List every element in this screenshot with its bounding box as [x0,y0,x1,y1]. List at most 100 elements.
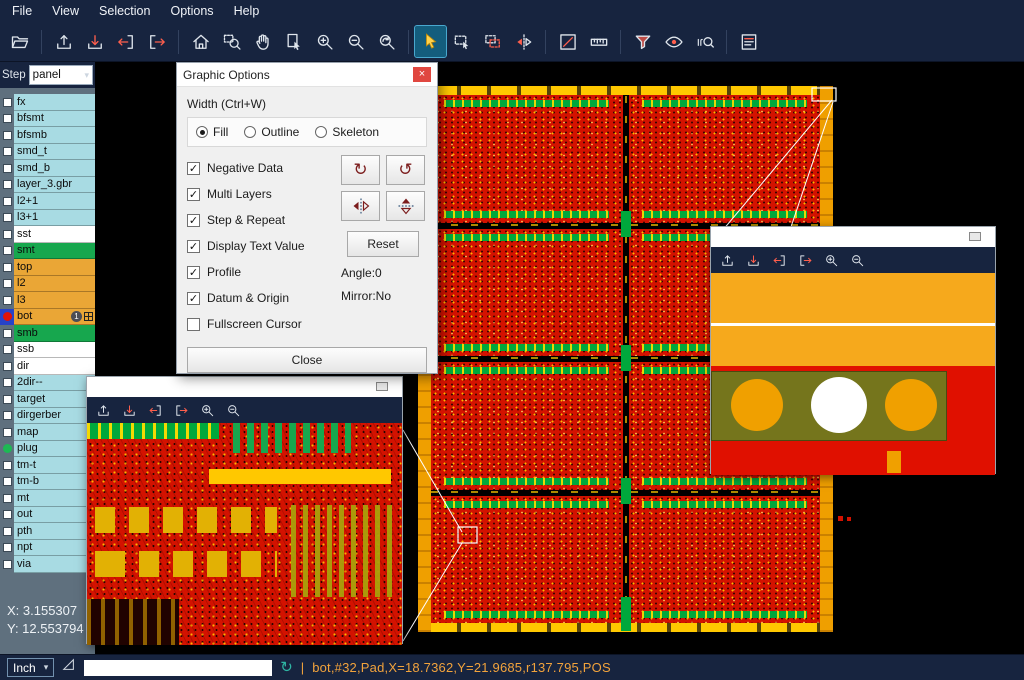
group-select-button[interactable] [477,26,508,57]
tray-right-button[interactable] [141,26,172,57]
tray-down-button[interactable] [741,249,765,271]
layer-row-sst[interactable]: sst [0,226,95,243]
layer-check-cell[interactable] [0,160,14,177]
refresh-icon[interactable]: ↻ [280,660,293,675]
layer-checkbox[interactable] [3,494,12,503]
layer-name[interactable]: bot1 [14,309,95,326]
layer-checkbox[interactable] [3,329,12,338]
mirror-vertical-button[interactable] [386,191,425,221]
zoom-in-button[interactable] [309,26,340,57]
layer-row-bfsmt[interactable]: bfsmt [0,111,95,128]
rotate-ccw-button[interactable]: ↺ [386,155,425,185]
layer-checkbox[interactable] [3,164,12,173]
layer-check-cell[interactable] [0,490,14,507]
checkbox-negative-data[interactable]: ✓Negative Data [187,155,333,181]
layer-name[interactable]: tm-b [14,474,95,491]
tray-right-button[interactable] [169,399,193,421]
close-button[interactable]: Close [187,347,427,373]
layer-check-cell[interactable] [0,94,14,111]
layer-row-l3[interactable]: l3 [0,292,95,309]
layer-checkbox[interactable] [3,395,12,404]
layer-check-cell[interactable] [0,111,14,128]
layer-name[interactable]: l3 [14,292,95,309]
layer-name[interactable]: ssb [14,342,95,359]
layer-checkbox[interactable] [3,180,12,189]
layer-name[interactable]: smb [14,325,95,342]
layer-checkbox[interactable] [3,114,12,123]
open-folder-button[interactable] [4,26,35,57]
tray-down-button[interactable] [79,26,110,57]
layer-row-out[interactable]: out [0,507,95,524]
layer-checkbox[interactable] [3,296,12,305]
layer-row-l2[interactable]: l2 [0,276,95,293]
layer-check-cell[interactable] [0,177,14,194]
checkbox-profile[interactable]: ✓Profile [187,259,333,285]
layer-check-cell[interactable] [0,540,14,557]
layer-row-l2+1[interactable]: l2+1 [0,193,95,210]
layer-check-cell[interactable] [0,391,14,408]
layer-checkbox[interactable] [3,230,12,239]
checkbox-step-repeat[interactable]: ✓Step & Repeat [187,207,333,233]
layer-check-cell[interactable] [0,144,14,161]
magnifier-window-1[interactable] [86,376,403,644]
layer-checkbox[interactable] [3,543,12,552]
tray-left-button[interactable] [143,399,167,421]
layer-checkbox[interactable] [3,510,12,519]
rotate-cw-button[interactable]: ↻ [341,155,380,185]
mirror-tool-button[interactable] [508,26,539,57]
layer-row-bfsmb[interactable]: bfsmb [0,127,95,144]
ruler-measure-button[interactable] [583,26,614,57]
menu-file[interactable]: File [2,2,42,20]
layer-name[interactable]: layer_3.gbr [14,177,95,194]
layer-name[interactable]: l2+1 [14,193,95,210]
layer-row-2dir--[interactable]: 2dir-- [0,375,95,392]
layer-checkbox[interactable] [3,477,12,486]
layer-row-dirgerber[interactable]: dirgerber [0,408,95,425]
layer-row-top[interactable]: top [0,259,95,276]
layer-checkbox[interactable] [3,131,12,140]
net-search-button[interactable] [689,26,720,57]
tray-down-button[interactable] [117,399,141,421]
tray-up-button[interactable] [715,249,739,271]
radio-skeleton[interactable]: Skeleton [315,125,379,139]
layer-row-plug[interactable]: plug [0,441,95,458]
layer-check-cell[interactable] [0,309,14,326]
layer-checkbox[interactable] [3,98,12,107]
layer-name[interactable]: smt [14,243,95,260]
layer-row-smd_b[interactable]: smd_b [0,160,95,177]
layer-name[interactable]: npt [14,540,95,557]
layer-name[interactable]: target [14,391,95,408]
layer-row-smb[interactable]: smb [0,325,95,342]
layer-name[interactable]: out [14,507,95,524]
tray-up-button[interactable] [91,399,115,421]
layer-check-cell[interactable] [0,342,14,359]
layer-checkbox[interactable] [3,246,12,255]
layer-checkbox[interactable] [3,263,12,272]
layer-checkbox[interactable] [3,362,12,371]
step-select[interactable]: panel ▾ [29,65,93,85]
layer-checkbox[interactable] [3,147,12,156]
layer-name[interactable]: l2 [14,276,95,293]
window-select-button[interactable] [446,26,477,57]
layer-checkbox[interactable] [3,411,12,420]
layer-check-cell[interactable] [0,523,14,540]
layer-check-cell[interactable] [0,259,14,276]
checkbox-display-text-value[interactable]: ✓Display Text Value [187,233,333,259]
layer-row-smd_t[interactable]: smd_t [0,144,95,161]
filter-funnel-button[interactable] [627,26,658,57]
layer-check-cell[interactable] [0,226,14,243]
layer-checkbox[interactable] [3,428,12,437]
zoom-out-button[interactable] [845,249,869,271]
zoom-window-button[interactable] [216,26,247,57]
layer-name[interactable]: via [14,556,95,573]
layer-name[interactable]: dir [14,358,95,375]
layer-name[interactable]: dirgerber [14,408,95,425]
layer-name[interactable]: fx [14,94,95,111]
layer-check-cell[interactable] [0,408,14,425]
checkbox-multi-layers[interactable]: ✓Multi Layers [187,181,333,207]
layer-check-cell[interactable] [0,441,14,458]
layer-row-via[interactable]: via [0,556,95,573]
pan-hand-button[interactable] [247,26,278,57]
layer-row-l3+1[interactable]: l3+1 [0,210,95,227]
layer-row-tm-b[interactable]: tm-b [0,474,95,491]
